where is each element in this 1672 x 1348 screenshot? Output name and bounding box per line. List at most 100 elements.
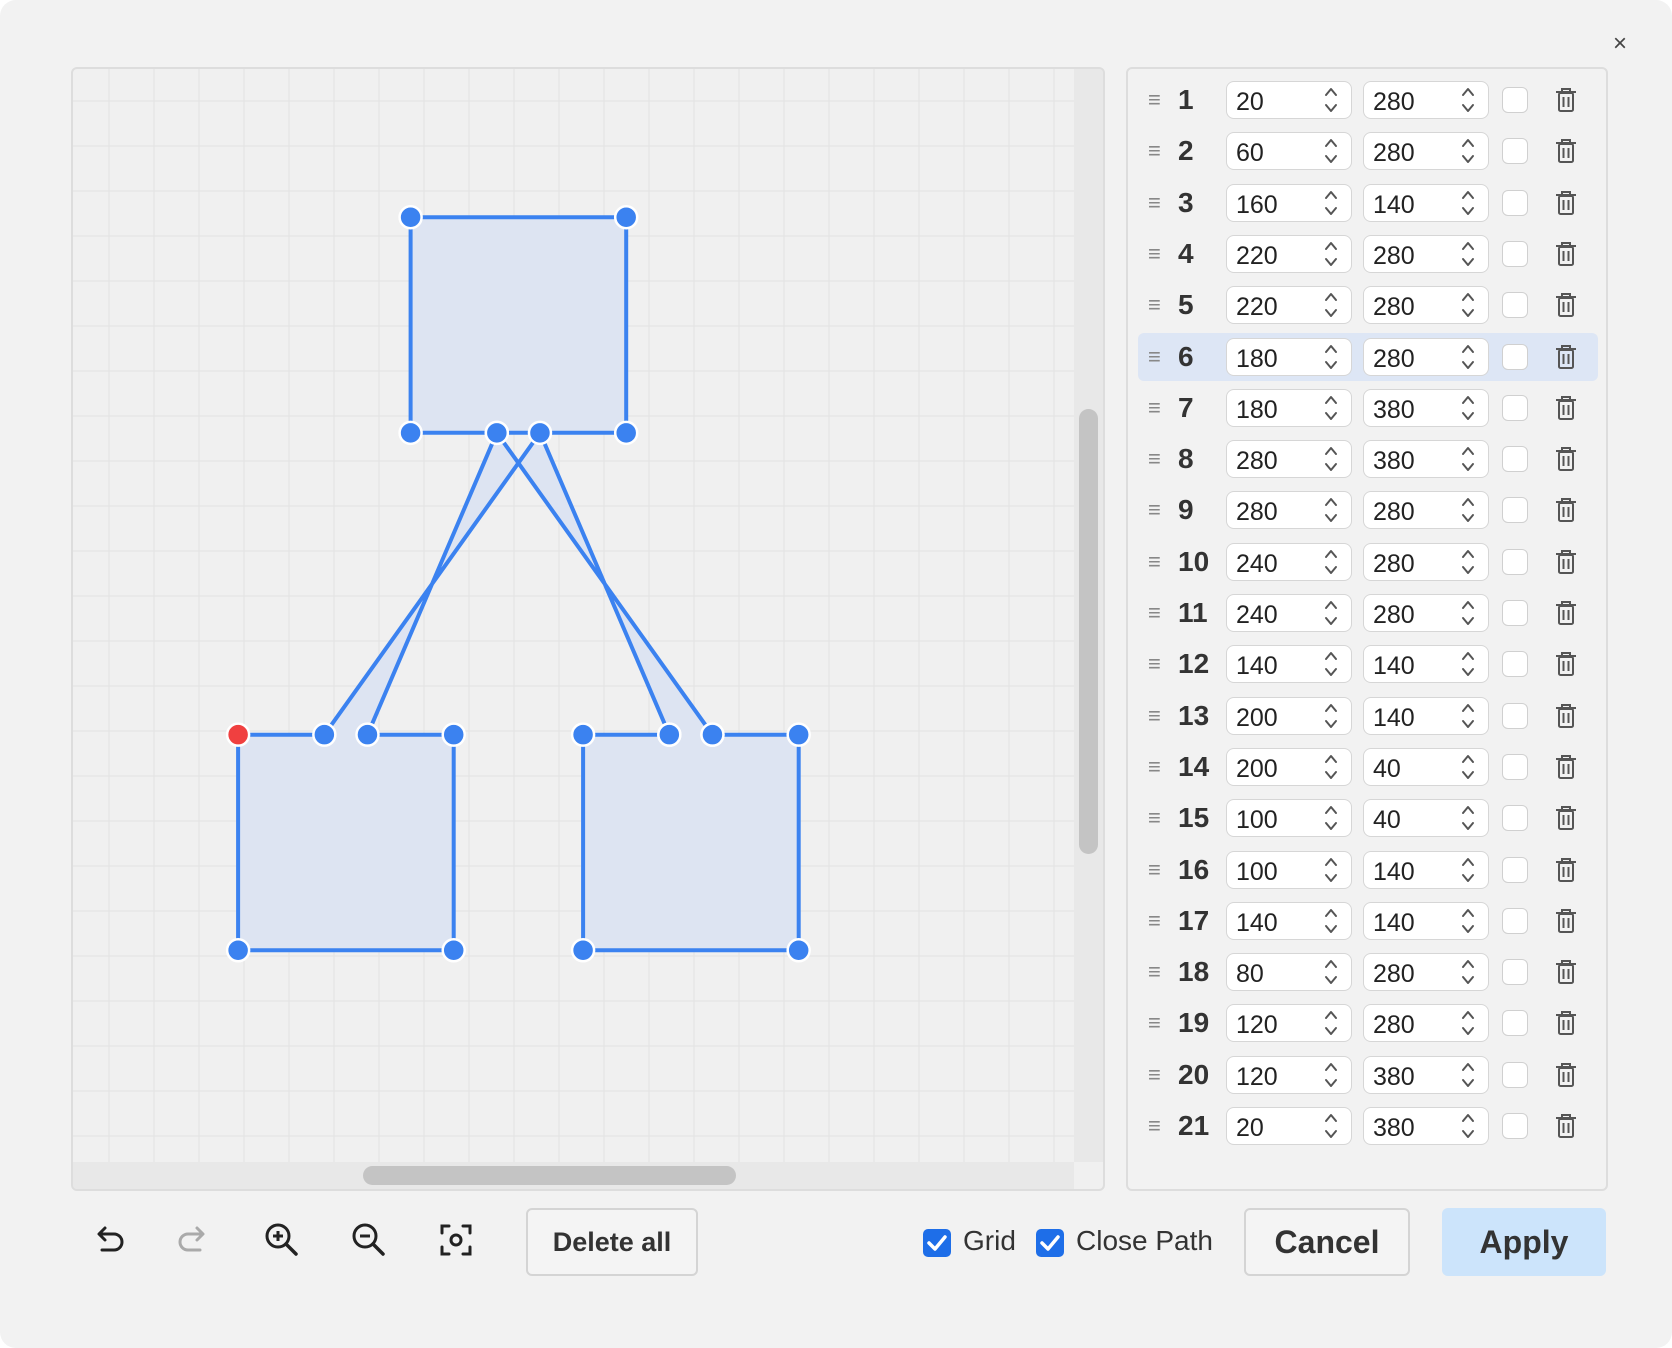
drag-handle-icon[interactable]: ≡ — [1148, 499, 1166, 521]
drag-handle-icon[interactable]: ≡ — [1148, 1115, 1166, 1137]
curve-checkbox[interactable] — [1502, 138, 1528, 165]
vertex-point[interactable] — [398, 420, 423, 446]
shape-canvas[interactable] — [71, 67, 1105, 1191]
y-coordinate-input[interactable]: 280 — [1363, 234, 1489, 273]
vertical-scrollbar[interactable] — [1074, 69, 1103, 1162]
x-coordinate-input[interactable]: 140 — [1226, 901, 1352, 940]
stepper-icon[interactable] — [1323, 85, 1339, 115]
point-row[interactable]: ≡ 18 80 280 — [1138, 948, 1598, 996]
point-row[interactable]: ≡ 2 60 280 — [1138, 127, 1598, 175]
trash-icon[interactable] — [1554, 907, 1578, 935]
x-coordinate-input[interactable]: 180 — [1226, 337, 1352, 376]
y-coordinate-input[interactable]: 280 — [1363, 81, 1489, 119]
point-row[interactable]: ≡ 16 100 140 — [1138, 846, 1598, 894]
x-coordinate-input[interactable]: 280 — [1226, 440, 1352, 479]
cancel-button[interactable]: Cancel — [1244, 1208, 1410, 1276]
grid-checkbox[interactable] — [923, 1229, 951, 1257]
vertex-point[interactable] — [786, 722, 811, 747]
trash-icon[interactable] — [1554, 496, 1578, 524]
y-coordinate-input[interactable]: 380 — [1363, 1107, 1489, 1145]
stepper-icon[interactable] — [1323, 495, 1339, 525]
point-row[interactable]: ≡ 6 180 280 — [1138, 332, 1598, 381]
trash-icon[interactable] — [1554, 1061, 1578, 1089]
drag-handle-icon[interactable]: ≡ — [1148, 448, 1166, 470]
vertex-point[interactable] — [786, 938, 811, 963]
stepper-icon[interactable] — [1323, 855, 1339, 885]
vertex-point[interactable] — [613, 204, 639, 230]
curve-checkbox[interactable] — [1502, 497, 1528, 524]
point-row[interactable]: ≡ 13 200 140 — [1138, 692, 1598, 740]
stepper-icon[interactable] — [1460, 1008, 1476, 1038]
point-row[interactable]: ≡ 8 280 380 — [1138, 435, 1598, 483]
drag-handle-icon[interactable]: ≡ — [1148, 140, 1166, 162]
curve-checkbox[interactable] — [1502, 240, 1528, 267]
point-row[interactable]: ≡ 1 20 280 — [1138, 76, 1598, 124]
stepper-icon[interactable] — [1323, 136, 1339, 166]
drag-handle-icon[interactable]: ≡ — [1148, 396, 1166, 419]
trash-icon[interactable] — [1554, 1009, 1578, 1037]
y-coordinate-input[interactable]: 280 — [1363, 491, 1489, 530]
y-coordinate-input[interactable]: 40 — [1363, 747, 1489, 786]
zoom-out-icon[interactable] — [349, 1220, 389, 1260]
point-row[interactable]: ≡ 11 240 280 — [1138, 589, 1598, 637]
y-coordinate-input[interactable]: 380 — [1363, 388, 1489, 427]
trash-icon[interactable] — [1554, 1112, 1578, 1140]
drag-handle-icon[interactable]: ≡ — [1148, 807, 1166, 829]
vertex-point[interactable] — [484, 420, 510, 446]
canvas-drawing[interactable] — [73, 69, 1074, 1162]
drag-handle-icon[interactable]: ≡ — [1148, 1012, 1166, 1034]
stepper-icon[interactable] — [1460, 444, 1476, 474]
vertex-point[interactable] — [441, 722, 466, 747]
trash-icon[interactable] — [1554, 958, 1578, 986]
stepper-icon[interactable] — [1323, 188, 1339, 218]
trash-icon[interactable] — [1554, 804, 1578, 832]
stepper-icon[interactable] — [1460, 906, 1476, 936]
trash-icon[interactable] — [1554, 137, 1578, 165]
redo-icon[interactable] — [174, 1220, 214, 1260]
point-row[interactable]: ≡ 21 20 380 — [1138, 1102, 1598, 1150]
curve-checkbox[interactable] — [1502, 907, 1528, 934]
trash-icon[interactable] — [1554, 702, 1578, 730]
x-coordinate-input[interactable]: 240 — [1226, 594, 1352, 632]
undo-icon[interactable] — [88, 1220, 128, 1260]
stepper-icon[interactable] — [1323, 239, 1339, 269]
drag-handle-icon[interactable]: ≡ — [1148, 858, 1166, 881]
stepper-icon[interactable] — [1323, 393, 1339, 423]
curve-checkbox[interactable] — [1502, 87, 1528, 113]
stepper-icon[interactable] — [1460, 1060, 1476, 1090]
curve-checkbox[interactable] — [1502, 959, 1528, 986]
x-coordinate-input[interactable]: 280 — [1226, 491, 1352, 530]
vertex-point[interactable] — [312, 722, 337, 747]
trash-icon[interactable] — [1554, 445, 1578, 473]
stepper-icon[interactable] — [1323, 290, 1339, 320]
stepper-icon[interactable] — [1460, 957, 1476, 987]
drag-handle-icon[interactable]: ≡ — [1148, 961, 1166, 983]
curve-checkbox[interactable] — [1502, 394, 1528, 421]
curve-checkbox[interactable] — [1502, 548, 1528, 575]
trash-icon[interactable] — [1554, 291, 1578, 319]
vertex-point[interactable] — [398, 204, 423, 230]
curve-checkbox[interactable] — [1502, 1113, 1528, 1139]
y-coordinate-input[interactable]: 140 — [1363, 696, 1489, 735]
point-row[interactable]: ≡ 15 100 40 — [1138, 794, 1598, 842]
horizontal-scrollbar[interactable] — [73, 1162, 1074, 1189]
trash-icon[interactable] — [1554, 394, 1578, 422]
x-coordinate-input[interactable]: 240 — [1226, 542, 1352, 581]
point-row[interactable]: ≡ 4 220 280 — [1138, 230, 1598, 278]
x-coordinate-input[interactable]: 80 — [1226, 953, 1352, 992]
drag-handle-icon[interactable]: ≡ — [1148, 191, 1166, 214]
x-coordinate-input[interactable]: 220 — [1226, 286, 1352, 325]
stepper-icon[interactable] — [1323, 1008, 1339, 1038]
vertex-point[interactable] — [570, 938, 596, 963]
vertex-start-point[interactable] — [225, 722, 251, 747]
vertical-scrollbar-thumb[interactable] — [1079, 409, 1098, 854]
y-coordinate-input[interactable]: 280 — [1363, 953, 1489, 992]
stepper-icon[interactable] — [1460, 547, 1476, 577]
trash-icon[interactable] — [1554, 240, 1578, 268]
fit-to-screen-icon[interactable] — [436, 1220, 476, 1260]
x-coordinate-input[interactable]: 140 — [1226, 645, 1352, 684]
drag-handle-icon[interactable]: ≡ — [1148, 1063, 1166, 1086]
stepper-icon[interactable] — [1323, 701, 1339, 731]
stepper-icon[interactable] — [1323, 803, 1339, 833]
stepper-icon[interactable] — [1460, 1111, 1476, 1141]
